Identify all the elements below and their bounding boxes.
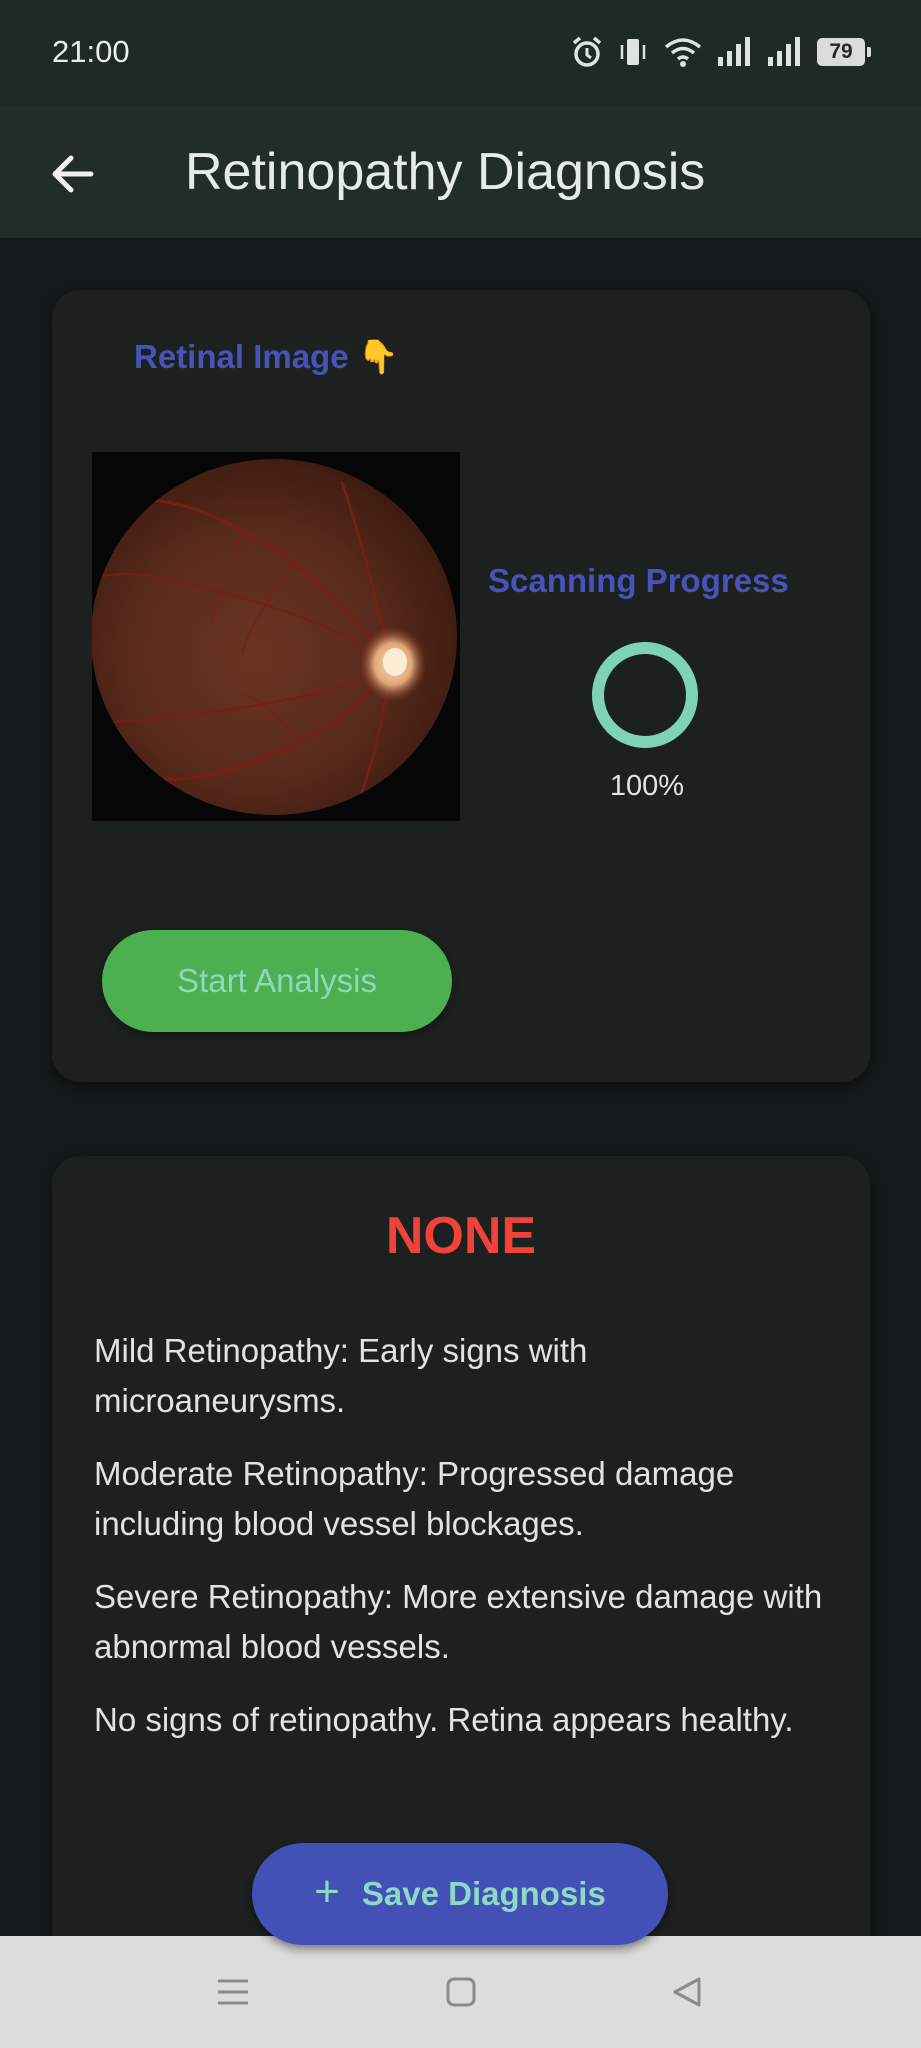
save-diagnosis-button[interactable]: + Save Diagnosis bbox=[252, 1843, 668, 1945]
start-analysis-button[interactable]: Start Analysis bbox=[102, 930, 452, 1032]
page-title: Retinopathy Diagnosis bbox=[185, 143, 706, 201]
scan-card: Retinal Image 👇 Scanning Progress 100% S… bbox=[52, 290, 870, 1082]
scanning-progress-label: Scanning Progress bbox=[488, 562, 789, 599]
progress-ring bbox=[592, 642, 698, 748]
progress-percent: 100% bbox=[609, 770, 685, 802]
alarm-icon bbox=[571, 35, 603, 69]
status-time: 21:00 bbox=[52, 34, 130, 69]
progress-ring-fill bbox=[592, 642, 698, 748]
battery-indicator: 79 bbox=[817, 38, 871, 66]
retinal-image-label: Retinal Image 👇 bbox=[134, 338, 399, 375]
description-severe: Severe Retinopathy: More extensive damag… bbox=[94, 1578, 823, 1665]
diagnosis-result: NONE bbox=[385, 1207, 537, 1265]
plus-icon: + bbox=[314, 1867, 340, 1916]
back-button[interactable] bbox=[42, 144, 102, 204]
home-icon[interactable] bbox=[441, 1972, 481, 2012]
wifi-icon bbox=[663, 36, 703, 68]
description-none: No signs of retinopathy. Retina appears … bbox=[94, 1701, 794, 1738]
status-bar: 21:00 79 bbox=[0, 0, 921, 106]
description-moderate: Moderate Retinopathy: Progressed damage … bbox=[94, 1455, 735, 1542]
save-diagnosis-label: Save Diagnosis bbox=[361, 1875, 606, 1912]
vibrate-icon bbox=[617, 35, 649, 69]
status-icons: 79 bbox=[571, 32, 871, 72]
back-icon[interactable] bbox=[667, 1972, 707, 2012]
pointing-down-icon: 👇 bbox=[357, 338, 399, 375]
signal-icon bbox=[717, 37, 753, 67]
menu-icon[interactable] bbox=[213, 1972, 253, 2012]
description-mild: Mild Retinopathy: Early signs with micro… bbox=[94, 1332, 588, 1419]
arrow-left-icon bbox=[52, 155, 94, 193]
signal-icon bbox=[767, 37, 803, 67]
system-nav-bar bbox=[0, 1936, 921, 2048]
app-bar: Retinopathy Diagnosis bbox=[0, 106, 921, 238]
retinal-image[interactable] bbox=[92, 452, 460, 821]
